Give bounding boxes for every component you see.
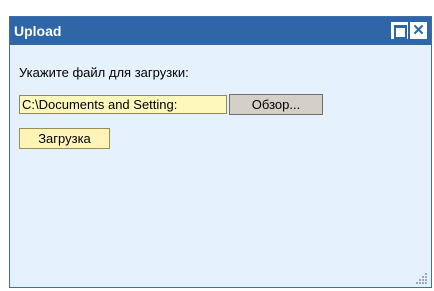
close-icon[interactable]: ✕: [410, 22, 427, 39]
upload-button[interactable]: Загрузка: [19, 128, 110, 149]
maximize-icon[interactable]: [391, 22, 408, 39]
file-prompt-label: Укажите файл для загрузки:: [19, 65, 189, 80]
resize-grip-icon[interactable]: [416, 272, 428, 284]
upload-window: Upload ✕ Укажите файл для загрузки: C:\D…: [9, 16, 432, 288]
window-title: Upload: [14, 23, 62, 39]
browse-button[interactable]: Обзор...: [229, 94, 323, 115]
window-titlebar[interactable]: Upload ✕: [10, 17, 431, 45]
file-path-input[interactable]: C:\Documents and Setting:: [19, 95, 227, 114]
